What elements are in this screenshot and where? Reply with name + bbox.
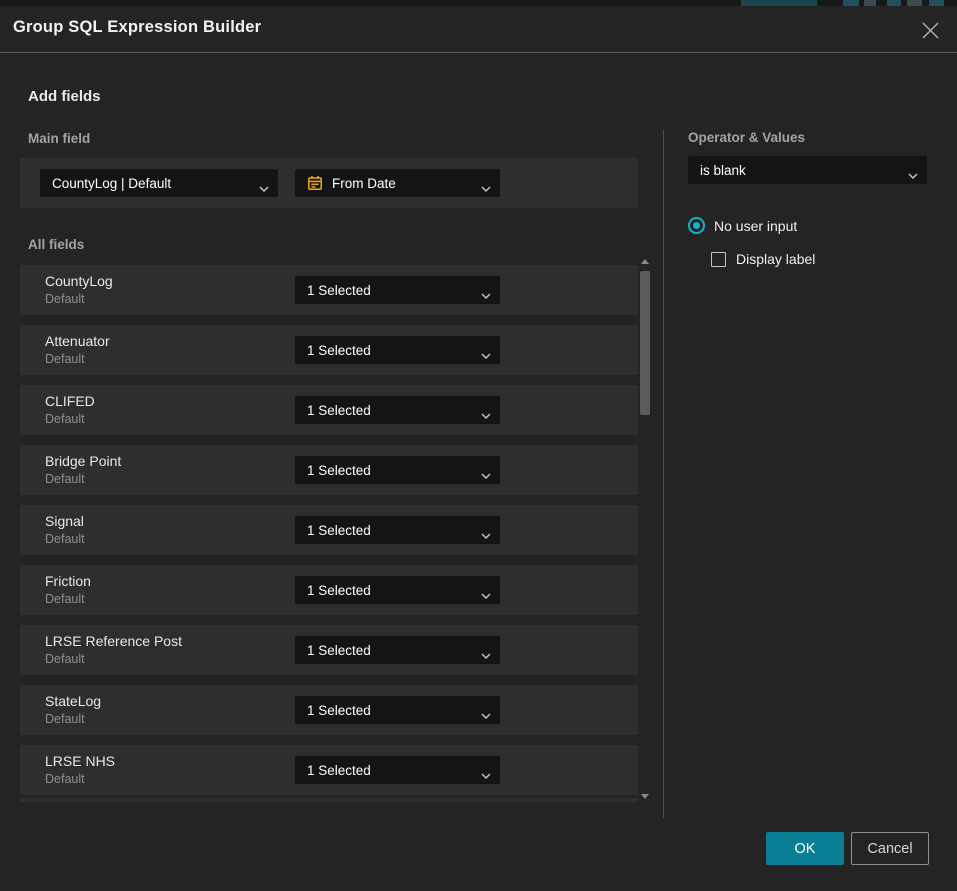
chevron-down-icon: [481, 767, 491, 782]
field-name: LRSE NHS: [45, 753, 115, 769]
close-button[interactable]: [917, 17, 943, 43]
chevron-down-icon: [481, 287, 491, 302]
chevron-down-icon: [481, 707, 491, 722]
field-row: LRSE Reference Post Default 1 Selected: [20, 625, 638, 675]
field-selection-dropdown[interactable]: 1 Selected: [295, 636, 500, 664]
radio-selected-icon: [688, 217, 705, 234]
field-row: LRSE NHS Default 1 Selected: [20, 745, 638, 795]
operator-select[interactable]: is blank: [688, 156, 927, 184]
main-source-select-value: CountyLog | Default: [52, 176, 171, 191]
display-label-text: Display label: [736, 251, 815, 267]
chevron-down-icon: [481, 527, 491, 542]
display-label-checkbox[interactable]: Display label: [711, 251, 815, 267]
operator-select-value: is blank: [700, 163, 746, 178]
close-icon: [922, 22, 939, 39]
all-fields-label: All fields: [28, 237, 84, 252]
field-selection-value: 1 Selected: [307, 703, 371, 718]
scroll-up-arrow[interactable]: [640, 257, 650, 265]
chevron-down-icon: [908, 167, 918, 182]
field-row: Friction Default 1 Selected: [20, 565, 638, 615]
field-selection-dropdown[interactable]: 1 Selected: [295, 756, 500, 784]
main-field-select-value: From Date: [332, 176, 396, 191]
field-selection-dropdown[interactable]: 1 Selected: [295, 576, 500, 604]
no-user-input-radio[interactable]: No user input: [688, 217, 797, 234]
field-subtitle: Default: [45, 592, 85, 606]
chevron-down-icon: [259, 180, 269, 195]
chevron-down-icon: [481, 647, 491, 662]
field-row: Bridge Point Default 1 Selected: [20, 445, 638, 495]
field-name: StateLog: [45, 693, 101, 709]
dialog-header: Group SQL Expression Builder: [0, 6, 957, 53]
field-selection-dropdown[interactable]: 1 Selected: [295, 276, 500, 304]
field-selection-value: 1 Selected: [307, 763, 371, 778]
field-selection-value: 1 Selected: [307, 343, 371, 358]
cancel-button[interactable]: Cancel: [851, 832, 929, 865]
field-selection-value: 1 Selected: [307, 583, 371, 598]
field-name: Friction: [45, 573, 91, 589]
main-field-select[interactable]: From Date: [295, 169, 500, 197]
field-row-partial: [20, 798, 638, 802]
chevron-down-icon: [481, 347, 491, 362]
field-row: Signal Default 1 Selected: [20, 505, 638, 555]
panel-divider: [663, 130, 664, 818]
chevron-down-icon: [481, 180, 491, 195]
field-subtitle: Default: [45, 772, 85, 786]
field-selection-dropdown[interactable]: 1 Selected: [295, 336, 500, 364]
field-selection-dropdown[interactable]: 1 Selected: [295, 456, 500, 484]
field-row: CountyLog Default 1 Selected: [20, 265, 638, 315]
calendar-icon: [307, 175, 323, 191]
field-name: Signal: [45, 513, 84, 529]
field-selection-value: 1 Selected: [307, 283, 371, 298]
list-scrollbar[interactable]: [639, 257, 651, 800]
field-name: Bridge Point: [45, 453, 121, 469]
chevron-down-icon: [481, 587, 491, 602]
field-subtitle: Default: [45, 412, 85, 426]
field-name: CountyLog: [45, 273, 113, 289]
field-row: StateLog Default 1 Selected: [20, 685, 638, 735]
field-subtitle: Default: [45, 352, 85, 366]
main-source-select[interactable]: CountyLog | Default: [40, 169, 278, 197]
scroll-down-arrow[interactable]: [640, 792, 650, 800]
chevron-down-icon: [481, 467, 491, 482]
field-selection-value: 1 Selected: [307, 403, 371, 418]
field-subtitle: Default: [45, 532, 85, 546]
field-selection-value: 1 Selected: [307, 523, 371, 538]
operator-values-heading: Operator & Values: [688, 130, 805, 145]
field-name: LRSE Reference Post: [45, 633, 182, 649]
chevron-down-icon: [481, 407, 491, 422]
field-selection-value: 1 Selected: [307, 463, 371, 478]
main-field-label: Main field: [28, 131, 90, 146]
scrollbar-thumb[interactable]: [640, 271, 650, 415]
field-selection-value: 1 Selected: [307, 643, 371, 658]
field-subtitle: Default: [45, 472, 85, 486]
main-field-panel: CountyLog | Default From Date: [20, 158, 638, 208]
ok-button[interactable]: OK: [766, 832, 844, 865]
field-row: CLIFED Default 1 Selected: [20, 385, 638, 435]
field-row: Attenuator Default 1 Selected: [20, 325, 638, 375]
field-selection-dropdown[interactable]: 1 Selected: [295, 396, 500, 424]
group-sql-expression-builder-dialog: Group SQL Expression Builder Add fields …: [0, 6, 957, 891]
field-subtitle: Default: [45, 292, 85, 306]
field-name: CLIFED: [45, 393, 95, 409]
no-user-input-label: No user input: [714, 218, 797, 234]
field-selection-dropdown[interactable]: 1 Selected: [295, 696, 500, 724]
checkbox-unchecked-icon: [711, 252, 726, 267]
field-subtitle: Default: [45, 712, 85, 726]
dialog-title: Group SQL Expression Builder: [13, 18, 261, 37]
field-selection-dropdown[interactable]: 1 Selected: [295, 516, 500, 544]
field-subtitle: Default: [45, 652, 85, 666]
field-name: Attenuator: [45, 333, 110, 349]
add-fields-heading: Add fields: [28, 88, 101, 105]
